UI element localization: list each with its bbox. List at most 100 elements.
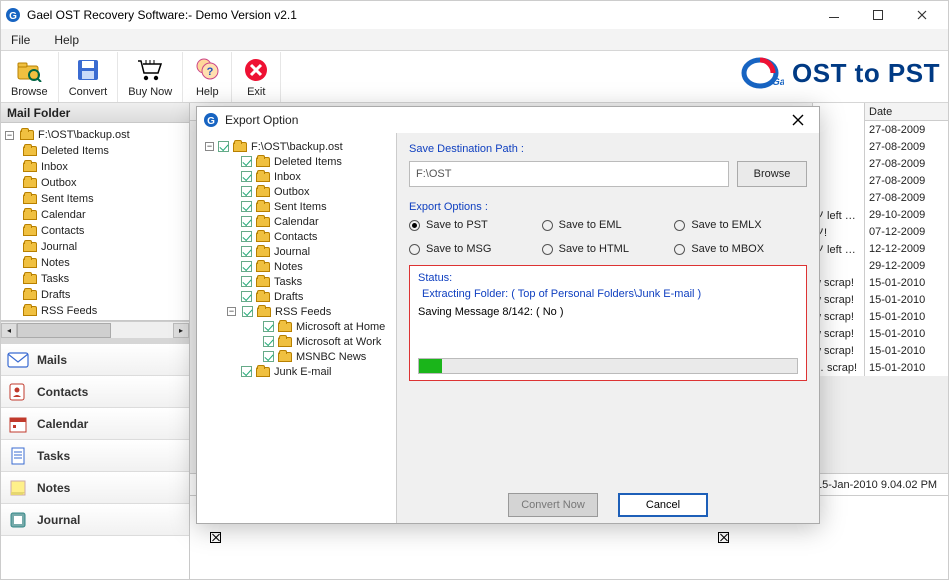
checkbox-icon[interactable]: [263, 321, 274, 332]
from-cell[interactable]: w scrap!: [813, 308, 864, 325]
from-cell[interactable]: [813, 172, 864, 189]
dialog-tree-item[interactable]: Contacts: [201, 229, 392, 244]
close-button[interactable]: [900, 1, 944, 29]
dialog-tree-item[interactable]: Journal: [201, 244, 392, 259]
date-cell[interactable]: 27-08-2009: [865, 155, 948, 172]
from-cell[interactable]: ツ left …: [813, 240, 864, 257]
close-box-icon[interactable]: [718, 532, 729, 543]
tree-item[interactable]: Sent Items: [3, 191, 187, 207]
date-cell[interactable]: 27-08-2009: [865, 189, 948, 206]
dialog-folder-tree[interactable]: − F:\OST\backup.ost Deleted ItemsInboxOu…: [197, 133, 397, 523]
date-cell[interactable]: 27-08-2009: [865, 138, 948, 155]
checkbox-icon[interactable]: [241, 171, 252, 182]
scroll-left-button[interactable]: ◂: [1, 323, 17, 338]
collapse-icon[interactable]: −: [205, 142, 214, 151]
date-cell[interactable]: 15-01-2010: [865, 325, 948, 342]
navcat-calendar[interactable]: Calendar: [1, 408, 189, 440]
from-cell[interactable]: w scrap!: [813, 342, 864, 359]
navcat-contacts[interactable]: Contacts: [1, 376, 189, 408]
date-cell[interactable]: 15-01-2010: [865, 359, 948, 376]
tree-item[interactable]: Journal: [3, 239, 187, 255]
dialog-tree-item[interactable]: Calendar: [201, 214, 392, 229]
radio-save-to-emlx[interactable]: Save to EMLX: [674, 219, 807, 231]
collapse-icon[interactable]: −: [5, 131, 14, 140]
date-column-header[interactable]: Date: [865, 103, 948, 121]
radio-save-to-html[interactable]: Save to HTML: [542, 243, 675, 255]
scrollbar-thumb[interactable]: [17, 323, 111, 338]
tree-item[interactable]: Contacts: [3, 223, 187, 239]
checkbox-icon[interactable]: [241, 186, 252, 197]
checkbox-icon[interactable]: [241, 216, 252, 227]
from-cell[interactable]: [813, 257, 864, 274]
from-cell[interactable]: w scrap!: [813, 291, 864, 308]
radio-save-to-eml[interactable]: Save to EML: [542, 219, 675, 231]
tree-item[interactable]: Deleted Items: [3, 143, 187, 159]
from-cell[interactable]: [813, 189, 864, 206]
toolbar-browse[interactable]: Browse: [1, 52, 59, 102]
from-cell[interactable]: ツ left …: [813, 206, 864, 223]
checkbox-icon[interactable]: [241, 291, 252, 302]
checkbox-icon[interactable]: [263, 351, 274, 362]
dialog-tree-root[interactable]: − F:\OST\backup.ost: [201, 139, 392, 154]
radio-save-to-mbox[interactable]: Save to MBOX: [674, 243, 807, 255]
toolbar-help[interactable]: ? Help: [183, 52, 232, 102]
date-cell[interactable]: 29-10-2009: [865, 206, 948, 223]
from-cell[interactable]: [813, 138, 864, 155]
dialog-tree-item[interactable]: MSNBC News: [201, 349, 392, 364]
dialog-tree-item[interactable]: Notes: [201, 259, 392, 274]
folder-tree[interactable]: − F:\OST\backup.ost Deleted ItemsInboxOu…: [1, 123, 189, 321]
date-cell[interactable]: 15-01-2010: [865, 308, 948, 325]
dialog-tree-item[interactable]: Inbox: [201, 169, 392, 184]
dialog-tree-item[interactable]: Microsoft at Home: [201, 319, 392, 334]
date-cell[interactable]: 29-12-2009: [865, 257, 948, 274]
tree-item[interactable]: Tasks: [3, 271, 187, 287]
checkbox-icon[interactable]: [241, 246, 252, 257]
toolbar-exit[interactable]: Exit: [232, 52, 281, 102]
toolbar-convert[interactable]: Convert: [59, 52, 119, 102]
tree-item[interactable]: RSS Feeds: [3, 303, 187, 319]
dialog-tree-item[interactable]: Junk E-mail: [201, 364, 392, 379]
tree-item[interactable]: Calendar: [3, 207, 187, 223]
tree-item[interactable]: Inbox: [3, 159, 187, 175]
checkbox-icon[interactable]: [241, 276, 252, 287]
from-cell[interactable]: ツ!: [813, 223, 864, 240]
from-cell[interactable]: [813, 155, 864, 172]
navcat-tasks[interactable]: Tasks: [1, 440, 189, 472]
menu-help[interactable]: Help: [50, 31, 83, 49]
checkbox-icon[interactable]: [218, 141, 229, 152]
checkbox-icon[interactable]: [263, 336, 274, 347]
date-cell[interactable]: 15-01-2010: [865, 291, 948, 308]
dialog-tree-item[interactable]: Sent Items: [201, 199, 392, 214]
checkbox-icon[interactable]: [241, 156, 252, 167]
destination-path-input[interactable]: F:\OST: [409, 161, 729, 187]
date-cell[interactable]: 12-12-2009: [865, 240, 948, 257]
date-cell[interactable]: 15-01-2010: [865, 342, 948, 359]
menu-file[interactable]: File: [7, 31, 34, 49]
date-cell[interactable]: 15-01-2010: [865, 274, 948, 291]
maximize-button[interactable]: [856, 1, 900, 29]
checkbox-icon[interactable]: [241, 366, 252, 377]
collapse-icon[interactable]: −: [227, 307, 236, 316]
from-cell[interactable]: w scrap!: [813, 325, 864, 342]
browse-button[interactable]: Browse: [737, 161, 807, 187]
cancel-button[interactable]: Cancel: [618, 493, 708, 517]
tree-root[interactable]: − F:\OST\backup.ost: [3, 127, 187, 143]
dialog-tree-item[interactable]: Outbox: [201, 184, 392, 199]
date-cell[interactable]: 27-08-2009: [865, 172, 948, 189]
checkbox-icon[interactable]: [241, 201, 252, 212]
radio-save-to-msg[interactable]: Save to MSG: [409, 243, 542, 255]
convert-now-button[interactable]: Convert Now: [508, 493, 598, 517]
dialog-tree-item[interactable]: Deleted Items: [201, 154, 392, 169]
tree-item[interactable]: Notes: [3, 255, 187, 271]
date-cell[interactable]: 27-08-2009: [865, 121, 948, 138]
toolbar-buynow[interactable]: Buy Now: [118, 52, 183, 102]
dialog-tree-item[interactable]: Tasks: [201, 274, 392, 289]
radio-save-to-pst[interactable]: Save to PST: [409, 219, 542, 231]
tree-scrollbar[interactable]: ◂ ▸: [1, 321, 189, 338]
scroll-right-button[interactable]: ▸: [173, 323, 189, 338]
from-cell[interactable]: [813, 121, 864, 138]
close-box-icon[interactable]: [210, 532, 221, 543]
dialog-tree-item[interactable]: Microsoft at Work: [201, 334, 392, 349]
from-cell[interactable]: w scrap!: [813, 274, 864, 291]
checkbox-icon[interactable]: [241, 231, 252, 242]
